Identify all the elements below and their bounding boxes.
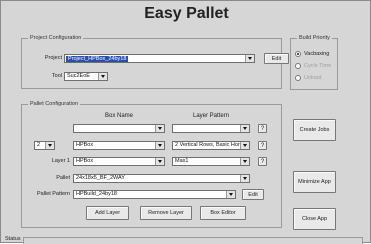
chevron-down-icon[interactable] <box>226 191 235 198</box>
create-jobs-button[interactable]: Create Jobs <box>293 119 336 141</box>
layer-1-label: Layer 1 <box>51 158 70 164</box>
box-name-row1-value: HPBox <box>76 142 94 148</box>
chevron-down-icon[interactable] <box>155 142 164 149</box>
pallet-pattern-value: HPBuild_24by18 <box>76 191 117 197</box>
close-app-button[interactable]: Close App <box>293 208 336 230</box>
box-name-select-empty[interactable] <box>73 124 165 133</box>
pallet-pattern-label: Pallet Pattern <box>36 191 70 197</box>
pallet-select[interactable]: 24x18x5_BF_2WAY <box>73 174 250 183</box>
pallet-configuration-legend: Pallet Configuration <box>28 100 81 108</box>
chevron-down-icon[interactable] <box>240 142 249 149</box>
radio-unselected-icon[interactable] <box>295 62 301 69</box>
radio-vacbaxing[interactable]: Vacbaxing <box>295 49 329 58</box>
chevron-down-icon[interactable] <box>98 73 107 80</box>
radio-vacbaxing-label: Vacbaxing <box>304 50 330 57</box>
easy-pallet-window: Easy Pallet Project Configuration Projec… <box>0 0 371 244</box>
tool-select[interactable]: Suc2EoE <box>64 72 108 81</box>
layer-pattern-select-row2[interactable]: Max1 <box>172 157 250 166</box>
chevron-down-icon[interactable] <box>245 55 254 62</box>
pallet-value: 24x18x5_BF_2WAY <box>76 175 125 181</box>
window-title: Easy Pallet <box>144 5 229 22</box>
pallet-pattern-edit-button[interactable]: Edit <box>242 189 264 200</box>
radio-unload-label: Unload <box>304 74 322 81</box>
layer-pattern-select-row1[interactable]: 2 Vertical Rows, Basic Hor <box>172 141 250 150</box>
chevron-down-icon[interactable] <box>155 125 164 132</box>
chevron-down-icon[interactable] <box>45 142 54 149</box>
radio-unload[interactable]: Unload <box>295 73 321 82</box>
layer-count-select[interactable]: 2 <box>34 141 55 150</box>
layer-pattern-row1-value: 2 Vertical Rows, Basic Hor <box>175 142 240 148</box>
layer-pattern-select-empty[interactable] <box>172 124 250 133</box>
box-name-row2-value: HPBox <box>76 158 94 164</box>
radio-selected-icon[interactable] <box>295 50 301 57</box>
radio-cycle-time[interactable]: Cycle Time <box>295 61 331 70</box>
pallet-label: Pallet <box>56 175 70 181</box>
chevron-down-icon[interactable] <box>240 125 249 132</box>
chevron-down-icon[interactable] <box>240 175 249 182</box>
layer-pattern-row2-value: Max1 <box>175 158 189 164</box>
box-name-select-row1[interactable]: HPBox <box>73 141 165 150</box>
add-layer-button[interactable]: Add Layer <box>86 206 129 220</box>
project-configuration-group: Project Configuration Project Project_HP… <box>21 34 289 89</box>
project-label: Project <box>44 55 62 61</box>
build-priority-legend: Build Priority <box>297 34 332 42</box>
project-configuration-legend: Project Configuration <box>28 34 84 42</box>
project-value: Project_HPBox_24by18 <box>66 56 129 62</box>
minimize-app-button[interactable]: Minimize App <box>293 171 336 193</box>
pallet-configuration-group: Pallet Configuration Box Name Layer Patt… <box>21 100 282 228</box>
pallet-pattern-select[interactable]: HPBuild_24by18 <box>73 190 236 199</box>
help-button[interactable]: ? <box>258 124 267 133</box>
box-name-select-row2[interactable]: HPBox <box>73 157 165 166</box>
layer-pattern-header: Layer Pattern <box>192 113 230 119</box>
box-editor-button[interactable]: Box Editor <box>200 206 246 220</box>
chevron-down-icon[interactable] <box>155 158 164 165</box>
project-select[interactable]: Project_HPBox_24by18 <box>64 54 255 63</box>
project-edit-button[interactable]: Edit <box>264 53 289 64</box>
radio-unselected-icon[interactable] <box>295 74 301 81</box>
help-button[interactable]: ? <box>258 157 267 166</box>
box-name-header: Box Name <box>104 113 133 119</box>
radio-cycle-time-label: Cycle Time <box>304 62 332 69</box>
help-button[interactable]: ? <box>258 141 267 150</box>
remove-layer-button[interactable]: Remove Layer <box>140 206 192 220</box>
build-priority-group: Build Priority Vacbaxing Cycle Time Unlo… <box>290 34 338 90</box>
chevron-down-icon[interactable] <box>240 158 249 165</box>
tool-label: Tool <box>51 73 62 79</box>
